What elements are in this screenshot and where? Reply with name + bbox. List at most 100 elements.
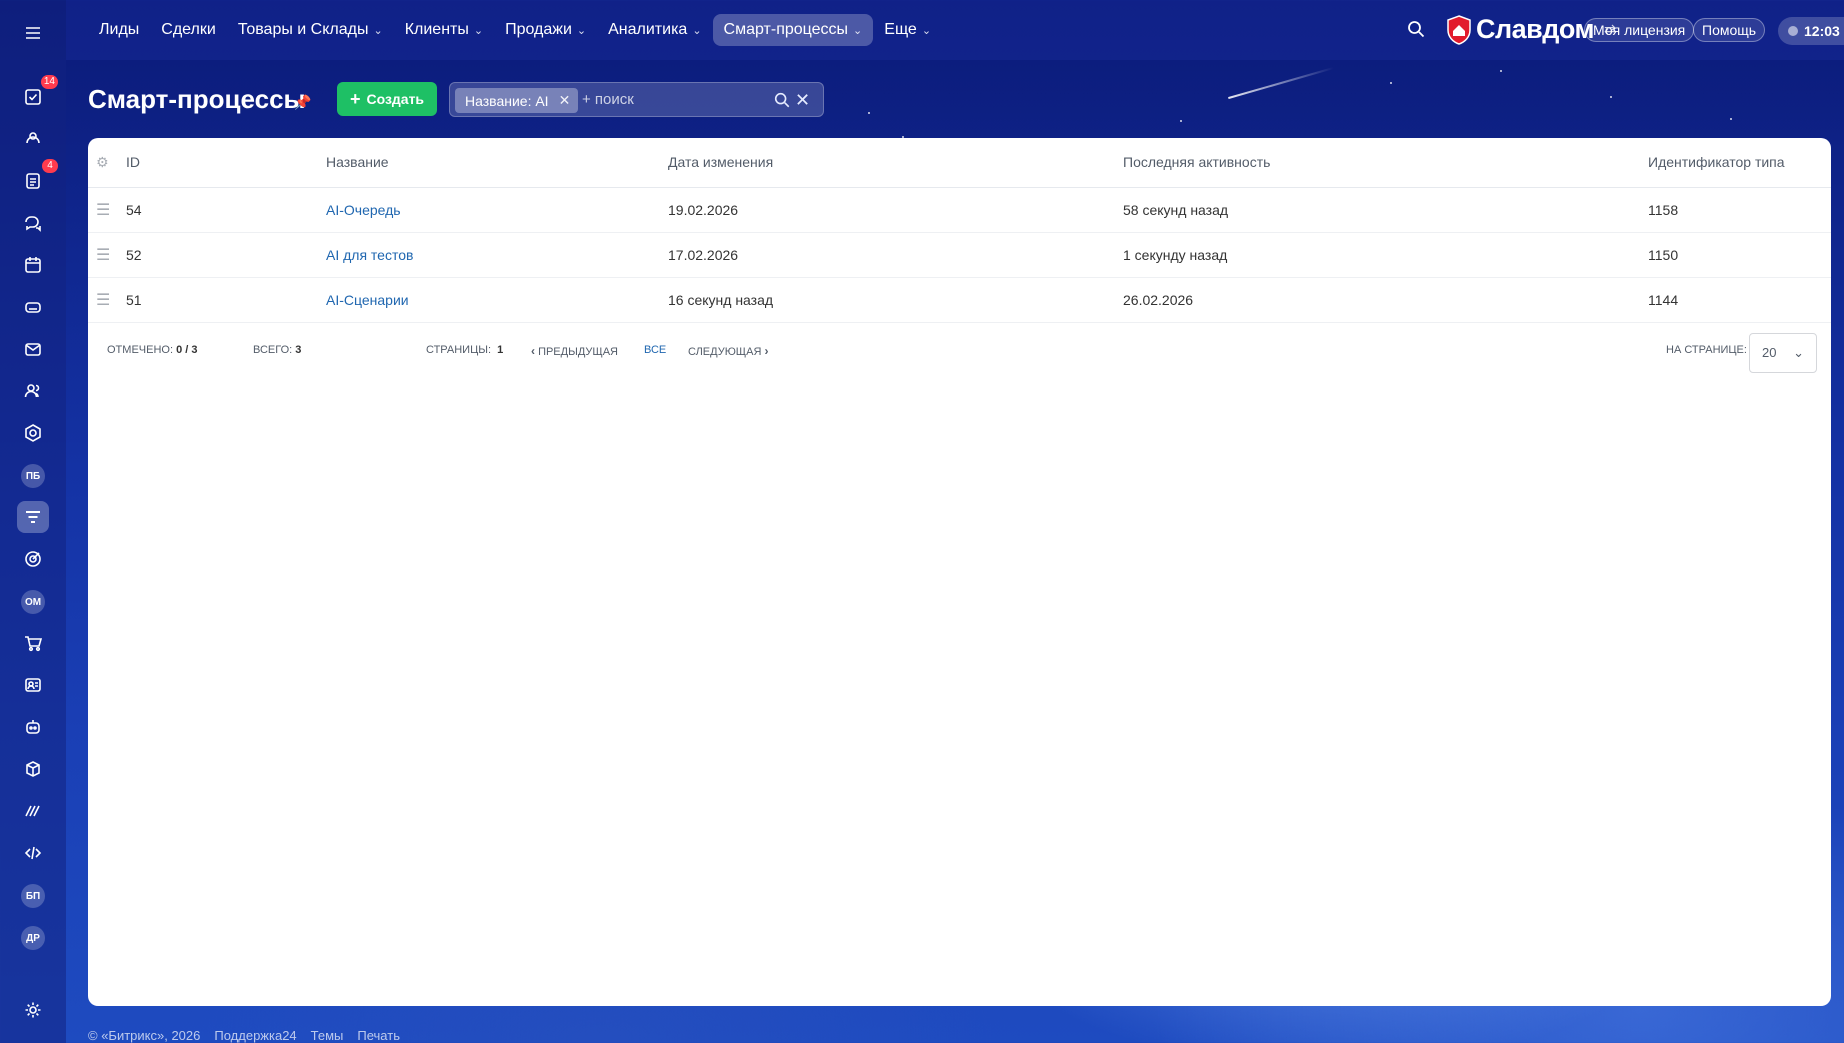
- drive-icon[interactable]: [17, 291, 49, 323]
- create-button[interactable]: + Создать: [337, 82, 437, 116]
- filter-search-bar[interactable]: Название: AI ✕ ✕: [449, 82, 824, 117]
- comet-decoration: [1227, 66, 1335, 100]
- nav-label: Еще: [884, 21, 917, 38]
- contact-card-icon[interactable]: [17, 669, 49, 701]
- nav-sales[interactable]: Продажи ⌄: [494, 14, 597, 46]
- search-icon[interactable]: [1406, 19, 1428, 41]
- per-page-select[interactable]: 20 ⌄: [1749, 332, 1817, 373]
- cart-icon[interactable]: [17, 627, 49, 659]
- hexagon-icon[interactable]: [17, 417, 49, 449]
- table-row[interactable]: ☰ 54 AI-Очередь 19.02.2026 58 секунд наз…: [88, 187, 1831, 233]
- star-decoration: [1180, 120, 1182, 122]
- tasks-icon[interactable]: 14: [17, 75, 58, 113]
- selected-value: 0 / 3: [176, 343, 198, 356]
- mail-icon[interactable]: [17, 333, 49, 365]
- nav-label: Продажи: [505, 21, 572, 38]
- star-decoration: [1500, 70, 1502, 72]
- shield-logo-icon: [1447, 14, 1471, 45]
- next-label: СЛЕДУЮЩАЯ: [688, 345, 762, 358]
- cell-name-link[interactable]: AI для тестов: [326, 232, 668, 278]
- menu-icon[interactable]: [17, 17, 49, 49]
- star-decoration: [1390, 82, 1392, 84]
- drag-handle-icon[interactable]: ☰: [96, 202, 110, 219]
- clear-icon[interactable]: ✕: [795, 90, 810, 111]
- nav-products[interactable]: Товары и Склады ⌄: [227, 14, 394, 46]
- tasks-badge: 14: [40, 75, 58, 89]
- feed-icon[interactable]: [17, 123, 49, 155]
- column-header-modified[interactable]: Дата изменения: [668, 138, 1123, 188]
- nav-more[interactable]: Еще ⌄: [873, 14, 942, 46]
- column-header-type-id[interactable]: Идентификатор типа: [1648, 138, 1831, 188]
- cell-modified: 16 секунд назад: [668, 277, 1123, 323]
- selected-label: ОТМЕЧЕНО:: [107, 343, 173, 356]
- cell-modified: 19.02.2026: [668, 187, 1123, 233]
- nav-deals[interactable]: Сделки: [150, 14, 227, 46]
- box-icon[interactable]: [17, 753, 49, 785]
- prev-page-button[interactable]: ‹ ПРЕДЫДУЩАЯ: [531, 344, 618, 358]
- chevron-down-icon: ⌄: [373, 24, 383, 37]
- chevron-left-icon: ‹: [531, 343, 535, 358]
- per-page-label: НА СТРАНИЦЕ:: [1666, 343, 1747, 356]
- calendar-icon[interactable]: [17, 249, 49, 281]
- app-om-avatar[interactable]: ОМ: [21, 590, 45, 614]
- cell-modified: 17.02.2026: [668, 232, 1123, 278]
- drag-handle-icon[interactable]: ☰: [96, 292, 110, 309]
- help-button[interactable]: Помощь: [1693, 18, 1766, 42]
- column-header-name[interactable]: Название: [326, 138, 668, 188]
- app-dr-avatar[interactable]: ДР: [21, 926, 45, 950]
- table-row[interactable]: ☰ 52 AI для тестов 17.02.2026 1 секунду …: [88, 232, 1831, 278]
- page-footer: © «Битрикс», 2026 Поддержка24 Темы Печат…: [88, 1028, 400, 1043]
- chat-icon[interactable]: [17, 207, 49, 239]
- column-header-id[interactable]: ID: [126, 138, 326, 188]
- pin-icon[interactable]: 📌: [294, 94, 311, 111]
- all-pages-link[interactable]: ВСЕ: [644, 344, 666, 356]
- filter-tag-label: Название: AI: [465, 92, 549, 109]
- close-icon[interactable]: ✕: [559, 92, 571, 109]
- pages-info: СТРАНИЦЫ: 1: [426, 344, 503, 356]
- nav-smart-processes[interactable]: Смарт-процессы ⌄: [712, 14, 874, 46]
- next-page-button[interactable]: СЛЕДУЮЩАЯ ›: [688, 344, 768, 358]
- clock-widget[interactable]: 12:03: [1778, 17, 1844, 45]
- selected-count: ОТМЕЧЕНО: 0 / 3: [107, 344, 197, 356]
- license-button[interactable]: Моя лицензия: [1584, 18, 1695, 42]
- filter-tag[interactable]: Название: AI ✕: [455, 88, 579, 113]
- app-bp-avatar[interactable]: БП: [21, 884, 45, 908]
- funnel-icon[interactable]: [17, 501, 49, 533]
- footer-link-themes[interactable]: Темы: [311, 1028, 344, 1043]
- footer-link-support[interactable]: Поддержка24: [214, 1028, 296, 1043]
- cell-type-id: 1144: [1648, 277, 1831, 323]
- table-row[interactable]: ☰ 51 AI-Сценарии 16 секунд назад 26.02.2…: [88, 277, 1831, 323]
- gear-icon[interactable]: [17, 994, 49, 1026]
- nav-analytics[interactable]: Аналитика ⌄: [597, 14, 712, 46]
- prev-label: ПРЕДЫДУЩАЯ: [538, 345, 618, 358]
- pages-label: СТРАНИЦЫ:: [426, 343, 492, 356]
- nav-label: Товары и Склады: [237, 21, 369, 38]
- table-header-row: ⚙ ID Название Дата изменения Последняя а…: [88, 138, 1831, 188]
- brand-name: Славдом: [1476, 14, 1595, 44]
- chevron-down-icon: ⌄: [576, 24, 587, 37]
- nav-label: Смарт-процессы: [723, 21, 849, 38]
- nav-label: Сделки: [161, 21, 216, 38]
- star-decoration: [868, 112, 870, 114]
- cell-id: 51: [126, 277, 326, 323]
- target-icon[interactable]: [17, 543, 49, 575]
- search-icon[interactable]: [773, 91, 791, 109]
- cell-name-link[interactable]: AI-Очередь: [326, 187, 668, 233]
- nav-clients[interactable]: Клиенты ⌄: [394, 14, 494, 46]
- star-decoration: [1610, 96, 1612, 98]
- search-input[interactable]: [582, 83, 762, 116]
- app-pb-avatar[interactable]: ПБ: [21, 464, 45, 488]
- users-icon[interactable]: [17, 375, 49, 407]
- marks-icon[interactable]: [17, 795, 49, 827]
- cell-name-link[interactable]: AI-Сценарии: [326, 277, 668, 323]
- chevron-down-icon: ⌄: [1793, 344, 1804, 360]
- robot-icon[interactable]: [17, 711, 49, 743]
- drag-handle-icon[interactable]: ☰: [96, 247, 110, 264]
- column-header-activity[interactable]: Последняя активность: [1123, 138, 1648, 188]
- code-icon[interactable]: [17, 837, 49, 869]
- footer-link-print[interactable]: Печать: [357, 1028, 400, 1043]
- nav-leads[interactable]: Лиды: [88, 14, 150, 46]
- gear-icon[interactable]: ⚙: [96, 154, 109, 170]
- document-icon[interactable]: 4: [17, 159, 58, 197]
- column-settings[interactable]: ⚙: [88, 138, 126, 188]
